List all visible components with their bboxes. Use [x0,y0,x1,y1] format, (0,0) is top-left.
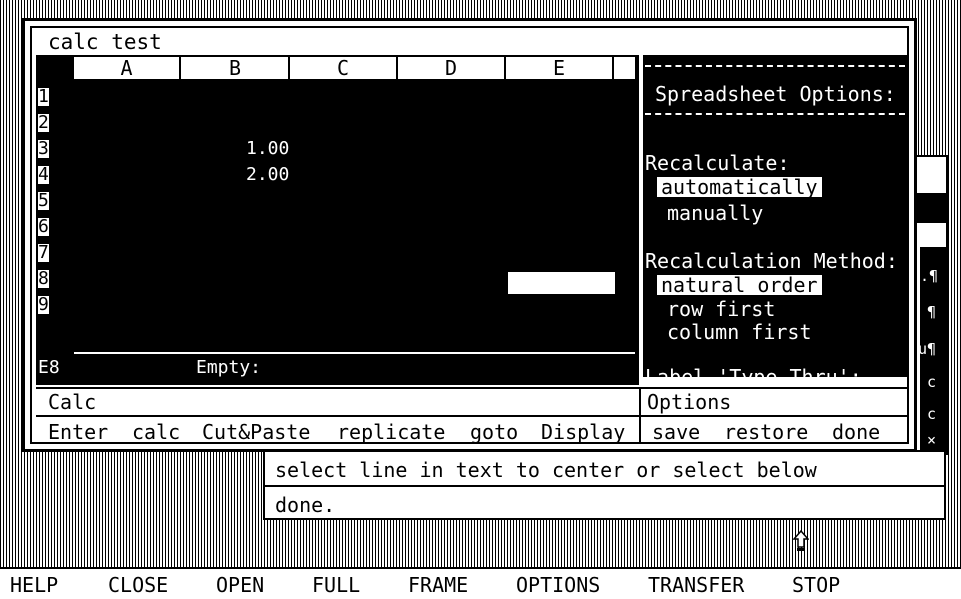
options-mode-label: Options [647,390,732,414]
menu-transfer[interactable]: TRANSFER [648,575,744,595]
row-header-4[interactable]: 4 [38,166,49,184]
column-header-e[interactable]: E [506,57,614,79]
status-cell-content: Empty: [196,357,262,378]
label-type-thru: Label 'Type Thru': [645,365,862,377]
cell-b3[interactable]: 1.00 [246,140,289,158]
command-enter[interactable]: Enter [48,422,108,442]
selected-cell-e8[interactable] [508,272,615,294]
menu-full[interactable]: FULL [312,575,360,595]
options-panel[interactable]: Spreadsheet Options: Recalculate: automa… [643,55,907,377]
column-header-d[interactable]: D [398,57,506,79]
method-label: Recalculation Method: [645,249,898,273]
row-header-column: 1 2 3 4 5 6 7 8 9 [36,81,74,351]
side-glyph-5: c [927,405,937,423]
row-header-8[interactable]: 8 [38,270,49,288]
command-calc[interactable]: calc [132,422,180,442]
function-key-bar: HELP CLOSE OPEN FULL FRAME OPTIONS TRANS… [0,567,961,599]
option-column-first[interactable]: column first [667,322,812,342]
row-header-9[interactable]: 9 [38,296,49,314]
row-header-7[interactable]: 7 [38,244,49,262]
menu-stop[interactable]: STOP [792,575,840,595]
status-cell-ref: E8 [38,357,60,378]
row-header-2[interactable]: 2 [38,114,49,132]
column-header-c[interactable]: C [290,57,398,79]
mode-divider [36,387,907,389]
options-heading: Spreadsheet Options: [655,82,896,106]
menu-open[interactable]: OPEN [216,575,264,595]
command-goto[interactable]: goto [470,422,518,442]
prompt-window[interactable]: select line in text to center or select … [263,450,946,520]
calc-window[interactable]: calc test A B C D E 1 2 3 4 5 6 7 8 9 1.… [22,18,917,452]
prompt-divider [265,485,944,487]
side-glyph-1: .¶ [920,267,939,285]
prompt-line-2[interactable]: done. [275,495,335,515]
options-dashed-rule-bottom [645,113,905,115]
command-display[interactable]: Display [541,422,625,442]
status-line: E8 Empty: [36,356,639,380]
option-row-first[interactable]: row first [667,299,775,319]
prompt-line-1: select line in text to center or select … [275,458,817,482]
side-glyph-4: c [927,373,937,391]
row-header-6[interactable]: 6 [38,218,49,236]
column-header-a[interactable]: A [74,57,181,79]
calc-window-inner-frame: calc test A B C D E 1 2 3 4 5 6 7 8 9 1.… [30,26,909,444]
options-dashed-rule-top [645,65,905,67]
option-automatically[interactable]: automatically [657,177,822,197]
side-glyph-2: ¶ [927,303,937,321]
calc-mode-label: Calc [48,390,97,414]
cell-b4[interactable]: 2.00 [246,166,289,184]
spreadsheet-grid[interactable]: A B C D E 1 2 3 4 5 6 7 8 9 1.00 2.00 E8… [36,55,639,385]
menu-frame[interactable]: FRAME [408,575,468,595]
row-header-5[interactable]: 5 [38,192,49,210]
side-glyph-3: u¶ [918,340,937,358]
background-window[interactable]: .¶ ¶ u¶ c c × [915,155,948,455]
row-header-3[interactable]: 3 [38,140,49,158]
option-manually[interactable]: manually [667,203,763,223]
command-replicate[interactable]: replicate [337,422,445,442]
command-restore[interactable]: restore [724,422,808,442]
side-glyph-6: × [927,431,937,449]
grid-bottom-rule [74,352,635,354]
command-done[interactable]: done [832,422,880,442]
command-divider [36,415,907,417]
option-natural-order[interactable]: natural order [657,275,822,295]
mouse-pointer-icon [793,530,809,551]
panel-vertical-divider [639,389,641,444]
command-cut-paste[interactable]: Cut&Paste [202,422,310,442]
column-header-b[interactable]: B [182,57,290,79]
window-title: calc test [48,30,162,54]
recalculate-label: Recalculate: [645,151,790,175]
row-header-1[interactable]: 1 [38,88,49,106]
background-window-titlebar [917,193,946,223]
column-header-row: A B C D E [74,57,635,79]
menu-help[interactable]: HELP [10,575,58,595]
menu-close[interactable]: CLOSE [108,575,168,595]
command-save[interactable]: save [652,422,700,442]
menu-options[interactable]: OPTIONS [516,575,600,595]
